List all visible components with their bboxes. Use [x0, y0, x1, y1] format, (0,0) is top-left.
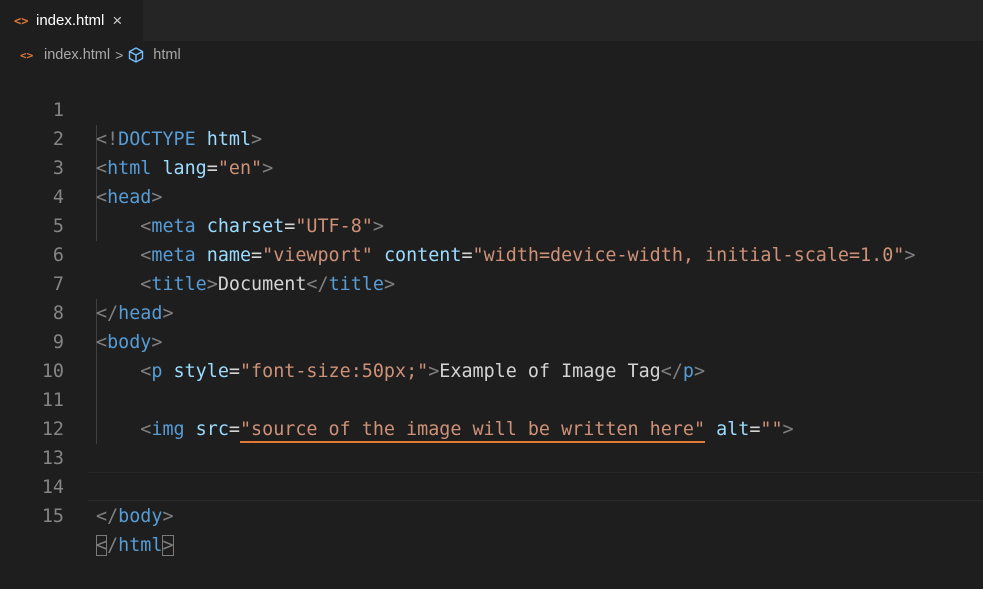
code-line: 1 <!DOCTYPE html>	[0, 67, 983, 150]
code-line: 12	[0, 386, 983, 440]
code-line: 9 <p style="font-size:50px;">Example of …	[0, 299, 983, 382]
code-line: 5 <meta name="viewport" content="width=d…	[0, 183, 983, 266]
breadcrumb-separator: >	[115, 47, 124, 63]
cube-icon	[127, 46, 147, 64]
tab-label: index.html	[36, 12, 105, 29]
code-line: 14 </body>	[0, 444, 983, 527]
code-line: 3 <head>	[0, 125, 983, 208]
code-line: 2 <html lang="en">	[0, 96, 983, 179]
code-line: 7 </head>	[0, 241, 983, 324]
code-line: 15 </html>	[0, 473, 983, 556]
html-file-icon: <>	[20, 48, 34, 62]
code-line: 10	[0, 328, 983, 382]
punct: /	[107, 535, 119, 556]
code-line: 11 <img src="source of the image will be…	[0, 357, 983, 440]
code-editor[interactable]: 1 <!DOCTYPE html> 2 <html lang="en"> 3 <…	[0, 67, 983, 556]
code-line: 4 <meta charset="UTF-8">	[0, 154, 983, 237]
tag-name: html	[118, 535, 163, 556]
punct: >	[162, 506, 174, 527]
close-icon[interactable]: ×	[112, 11, 122, 31]
html-file-icon: <>	[14, 13, 29, 28]
tab-bar: <> index.html ×	[0, 0, 983, 41]
punct: </	[96, 506, 119, 527]
breadcrumb-file[interactable]: index.html	[44, 47, 110, 63]
breadcrumb-node[interactable]: html	[153, 47, 180, 63]
line-number: 15	[41, 506, 64, 527]
code-line: 13	[0, 415, 983, 469]
tag-name: body	[118, 506, 163, 527]
bracket-match: >	[162, 535, 174, 556]
code-line: 8 <body>	[0, 270, 983, 353]
tab-index-html[interactable]: <> index.html ×	[0, 0, 143, 41]
code-line: 6 <title>Document</title>	[0, 212, 983, 295]
bracket-match: <	[96, 535, 108, 556]
breadcrumb: <> index.html > html	[0, 41, 983, 69]
